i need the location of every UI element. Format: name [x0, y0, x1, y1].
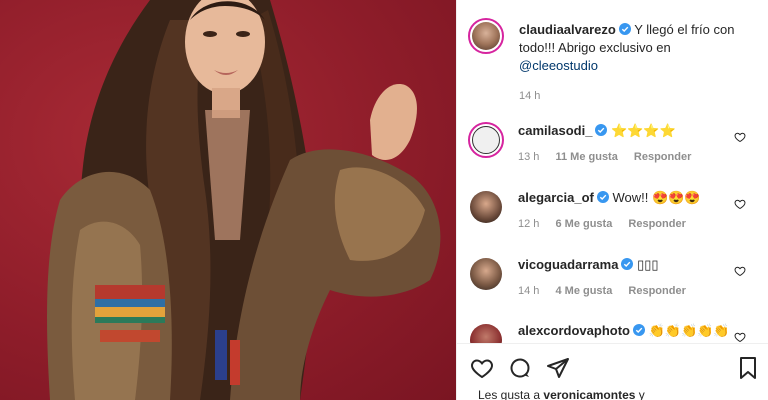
comment-body: Wow!! 😍😍😍 [612, 190, 701, 205]
comment-text: camilasodi_ ⭐⭐⭐⭐ [518, 123, 676, 139]
verified-badge-icon [618, 23, 631, 35]
post-time[interactable]: 14 h [519, 90, 540, 102]
comment-item: vicoguadarrama ▯▯▯ 14 h 4 Me gusta Respo… [457, 254, 768, 314]
comment-text: vicoguadarrama ▯▯▯ [518, 257, 659, 273]
comment-item: camilasodi_ ⭐⭐⭐⭐ 13 h 11 Me gusta Respon… [457, 120, 768, 180]
comment-meta: 14 h 4 Me gusta Responder [518, 285, 699, 297]
likes-prefix: Les gusta a [478, 388, 541, 400]
comment-heart-icon[interactable] [734, 198, 746, 210]
commenter-avatar[interactable] [470, 324, 502, 343]
commenter-avatar[interactable] [468, 122, 504, 158]
commenter-avatar[interactable] [470, 258, 502, 290]
comment-time[interactable]: 14 h [518, 285, 539, 297]
comment-item: alegarcia_of Wow!! 😍😍😍 12 h 6 Me gusta R… [457, 187, 768, 247]
reply-button[interactable]: Responder [628, 285, 685, 297]
comment-meta: 13 h 11 Me gusta Responder [518, 151, 704, 163]
comments-panel: claudiaalvarezo Y llegó el frío con todo… [457, 0, 768, 400]
comment-username[interactable]: camilasodi_ [518, 123, 592, 138]
comment-time[interactable]: 13 h [518, 151, 539, 163]
comment-heart-icon[interactable] [734, 265, 746, 277]
heart-icon[interactable] [470, 356, 494, 380]
comment-likes[interactable]: 6 Me gusta [555, 218, 612, 230]
caption-mention-link[interactable]: @cleeostudio [519, 58, 598, 73]
comment-username[interactable]: alexcordovaphoto [518, 323, 630, 338]
post-actions-bar [457, 350, 768, 382]
comment-text: alegarcia_of Wow!! 😍😍😍 [518, 190, 701, 206]
comment-body: 👏👏👏👏👏 [648, 323, 730, 338]
bookmark-icon[interactable] [736, 356, 760, 380]
liker-username[interactable]: veronicamontes [543, 388, 635, 400]
commenter-avatar[interactable] [470, 191, 502, 223]
post-photo[interactable] [0, 0, 456, 400]
comment-meta: 12 h 6 Me gusta Responder [518, 218, 699, 230]
reply-button[interactable]: Responder [628, 218, 685, 230]
comment-heart-icon[interactable] [734, 331, 746, 343]
comment-text: alexcordovaphoto 👏👏👏👏👏 [518, 323, 730, 339]
comment-body: ⭐⭐⭐⭐ [611, 123, 676, 138]
likes-summary: Les gusta a veronicamontes y [478, 388, 645, 400]
author-avatar[interactable] [468, 18, 504, 54]
post-caption: claudiaalvarezo Y llegó el frío con todo… [519, 21, 751, 75]
likes-suffix: y [638, 388, 645, 400]
comment-username[interactable]: alegarcia_of [518, 190, 594, 205]
actions-divider [457, 343, 768, 344]
comment-username[interactable]: vicoguadarrama [518, 257, 618, 272]
verified-badge-icon [596, 191, 609, 203]
comment-heart-icon[interactable] [734, 131, 746, 143]
reply-button[interactable]: Responder [634, 151, 691, 163]
verified-badge-icon [632, 324, 645, 336]
comment-icon[interactable] [508, 356, 532, 380]
comment-likes[interactable]: 4 Me gusta [555, 285, 612, 297]
comment-item: alexcordovaphoto 👏👏👏👏👏 [457, 320, 768, 343]
verified-badge-icon [595, 124, 608, 136]
comment-body: ▯▯▯ [637, 257, 659, 272]
comment-likes[interactable]: 11 Me gusta [555, 151, 617, 163]
verified-badge-icon [621, 258, 634, 270]
share-icon[interactable] [546, 356, 570, 380]
comment-time[interactable]: 12 h [518, 218, 539, 230]
author-username[interactable]: claudiaalvarezo [519, 22, 616, 37]
